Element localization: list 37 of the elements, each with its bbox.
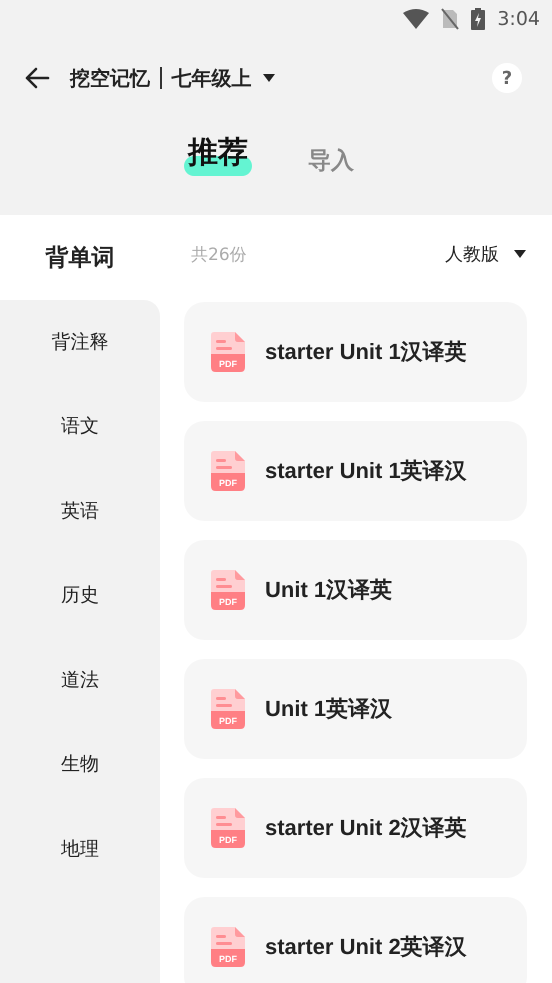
file-card[interactable]: PDF starter Unit 2汉译英	[184, 778, 527, 878]
sidebar-item[interactable]: 生物	[0, 722, 160, 806]
sidebar-item[interactable]: 背注释	[0, 300, 160, 384]
file-card[interactable]: PDF starter Unit 1英译汉	[184, 421, 527, 521]
file-card[interactable]: PDF Unit 1汉译英	[184, 540, 527, 640]
pdf-icon: PDF	[211, 689, 245, 729]
file-title: starter Unit 1汉译英	[265, 338, 467, 366]
pdf-icon: PDF	[211, 927, 245, 967]
pdf-icon: PDF	[211, 332, 245, 372]
file-card[interactable]: PDF starter Unit 1汉译英	[184, 302, 527, 402]
battery-icon	[471, 8, 486, 30]
page-title: 挖空记忆	[70, 64, 150, 92]
back-icon[interactable]	[24, 67, 50, 89]
sidebar-item[interactable]: 地理	[0, 806, 160, 891]
file-title: starter Unit 2汉译英	[265, 814, 467, 842]
sidebar-item[interactable]: 历史	[0, 553, 160, 638]
status-time: 3:04	[497, 8, 540, 30]
file-title: starter Unit 2英译汉	[265, 933, 467, 961]
sidebar-item[interactable]: 英语	[0, 468, 160, 553]
pdf-icon: PDF	[211, 451, 245, 491]
file-card[interactable]: PDF starter Unit 2英译汉	[184, 897, 527, 983]
sidebar-item[interactable]: 道法	[0, 638, 160, 722]
sidebar-item[interactable]: 语文	[0, 384, 160, 468]
edition-selector[interactable]: 人教版	[445, 242, 499, 266]
file-count: 共26份	[191, 244, 247, 266]
file-title: starter Unit 1英译汉	[265, 457, 467, 485]
help-button[interactable]: ?	[492, 63, 522, 93]
grade-selector[interactable]: 七年级上	[172, 64, 252, 92]
dropdown-icon[interactable]	[262, 73, 276, 83]
wifi-icon	[403, 9, 430, 29]
pdf-icon: PDF	[211, 808, 245, 848]
dropdown-icon[interactable]	[513, 249, 527, 259]
pdf-icon: PDF	[211, 570, 245, 610]
file-card[interactable]: PDF Unit 1英译汉	[184, 659, 527, 759]
no-sim-icon	[441, 8, 460, 30]
file-title: Unit 1英译汉	[265, 695, 392, 723]
file-title: Unit 1汉译英	[265, 576, 392, 604]
